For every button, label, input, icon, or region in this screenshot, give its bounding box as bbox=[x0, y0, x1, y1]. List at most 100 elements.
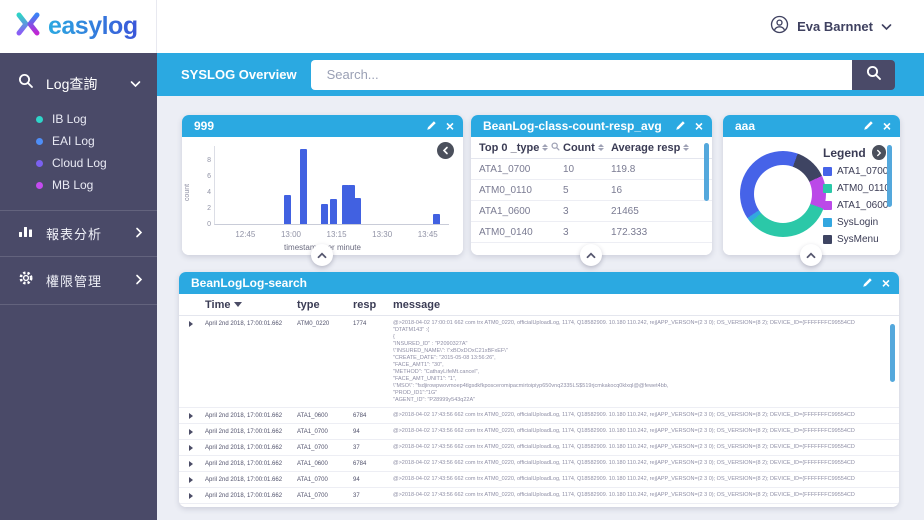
sidebar-item-mb-log[interactable]: MB Log bbox=[0, 174, 157, 196]
expander-icon[interactable] bbox=[189, 493, 193, 499]
top-bar: easylog Eva Barnnet bbox=[0, 0, 924, 53]
logo[interactable]: easylog bbox=[0, 0, 157, 53]
expander-icon[interactable] bbox=[189, 477, 193, 483]
expander-icon[interactable] bbox=[189, 321, 193, 327]
table-row[interactable]: ATA1_0600 3 21465 bbox=[471, 201, 712, 222]
log-message-line: \"INSURED_NAME\": \"xBOxDOxC21xBFxEF\" bbox=[393, 348, 508, 354]
column-header-time[interactable]: Time bbox=[205, 299, 297, 311]
expand-up-button[interactable] bbox=[311, 244, 333, 266]
log-time: April 2nd 2018, 17:00:01.662 bbox=[205, 445, 283, 451]
log-message: @>2018-04-02 17:43:56 662 com trx ATM0_0… bbox=[393, 460, 889, 467]
sort-icon[interactable] bbox=[683, 144, 690, 151]
expander-icon[interactable] bbox=[189, 445, 193, 451]
sidebar-item-permission-management[interactable]: 權限管理 bbox=[0, 257, 157, 304]
log-time: April 2nd 2018, 17:00:01.662 bbox=[205, 461, 283, 467]
mini-table-body: Top 0 _type Count Average resp ATA1_0700… bbox=[471, 137, 712, 255]
search-icon[interactable] bbox=[551, 141, 560, 154]
y-tick-label: 4 bbox=[207, 188, 211, 196]
close-icon[interactable]: × bbox=[695, 119, 703, 133]
carousel-next-button[interactable] bbox=[871, 145, 886, 160]
expand-up-button[interactable] bbox=[800, 244, 822, 266]
user-menu-chevron-down-icon[interactable] bbox=[881, 18, 892, 36]
x-tick-label: 13:15 bbox=[326, 230, 347, 239]
log-message-line: { bbox=[393, 334, 395, 340]
scrollbar[interactable] bbox=[890, 324, 895, 382]
legend-item[interactable]: ATA1_0600 bbox=[823, 200, 888, 211]
close-icon[interactable]: × bbox=[446, 119, 454, 133]
panel-beanloglog-search: BeanLogLog-search × Time type resp messa… bbox=[179, 272, 899, 507]
scrollbar[interactable] bbox=[887, 145, 892, 207]
sidebar-item-eai-log[interactable]: EAI Log bbox=[0, 130, 157, 152]
table-row[interactable]: ATM0_0140 3 172.333 bbox=[471, 222, 712, 243]
close-icon[interactable]: × bbox=[882, 276, 890, 290]
expander-icon[interactable] bbox=[189, 461, 193, 467]
edit-pencil-icon[interactable] bbox=[674, 120, 686, 132]
table-cell: 119.8 bbox=[611, 163, 636, 175]
column-header-resp[interactable]: resp bbox=[353, 299, 393, 311]
expand-up-button[interactable] bbox=[580, 244, 602, 266]
log-row[interactable]: April 2nd 2018, 17:00:01.662 ATM0_0220 177… bbox=[179, 316, 899, 408]
bar bbox=[433, 213, 441, 224]
expander-icon[interactable] bbox=[189, 429, 193, 435]
sidebar-item-ib-log[interactable]: IB Log bbox=[0, 108, 157, 130]
log-type-dot bbox=[36, 137, 43, 145]
sort-icon[interactable] bbox=[542, 144, 549, 151]
close-icon[interactable]: × bbox=[883, 119, 891, 133]
sidebar-item-cloud-log[interactable]: Cloud Log bbox=[0, 152, 157, 174]
edit-pencil-icon[interactable] bbox=[861, 277, 873, 289]
sort-icon[interactable] bbox=[597, 144, 604, 151]
log-row[interactable]: April 2nd 2018, 17:00:01.662 ATA1_0700 94 @… bbox=[179, 472, 899, 488]
log-message: @>2018-04-02 17:43:56 662 com trx ATM0_0… bbox=[393, 428, 889, 435]
sidebar-item-label: 權限管理 bbox=[46, 274, 103, 289]
log-row[interactable]: April 2nd 2018, 17:00:01.662 ATA1_0600 678… bbox=[179, 408, 899, 424]
legend-item[interactable]: ATA1_0700 bbox=[823, 166, 888, 177]
panel-header: BeanLog-class-count-resp_avg × bbox=[471, 115, 712, 137]
log-row[interactable]: April 2nd 2018, 17:00:01.662 ATA1_0600 678… bbox=[179, 456, 899, 472]
table-row[interactable]: ATA1_0700 10 119.8 bbox=[471, 159, 712, 180]
log-resp: 94 bbox=[353, 429, 360, 435]
table-cell: ATM0_0140 bbox=[479, 226, 533, 238]
sidebar-item-log-search[interactable]: Log查詢 bbox=[0, 53, 157, 106]
log-message-line: "INSURED_ID" : "P2090327A" bbox=[393, 341, 468, 347]
legend-item[interactable]: SysMenu bbox=[823, 234, 886, 245]
scrollbar[interactable] bbox=[704, 143, 709, 201]
gear-icon bbox=[18, 270, 34, 291]
bar bbox=[330, 199, 338, 224]
column-header-type[interactable]: Top 0 _type bbox=[479, 142, 563, 154]
column-header-count[interactable]: Count bbox=[563, 142, 611, 154]
bar bbox=[284, 195, 292, 224]
column-header-type[interactable]: type bbox=[297, 299, 353, 311]
log-resp: 6784 bbox=[353, 461, 367, 467]
donut-body: Legend ATA1_0700 ATM0_0110 ATA1_0600 SysLog… bbox=[723, 137, 900, 255]
panel-title: BeanLog-class-count-resp_avg bbox=[483, 119, 662, 133]
log-type-dot bbox=[36, 159, 43, 167]
y-tick-label: 2 bbox=[207, 204, 211, 212]
legend-item[interactable]: ATM0_0110 bbox=[823, 183, 890, 194]
column-header-average-resp[interactable]: Average resp bbox=[611, 142, 704, 154]
edit-pencil-icon[interactable] bbox=[862, 120, 874, 132]
table-row[interactable]: ATM0_0110 5 16 bbox=[471, 180, 712, 201]
log-message-line: "METHOD": "CathayLifeMt.cancel", bbox=[393, 369, 480, 375]
user-menu[interactable]: Eva Barnnet bbox=[770, 15, 924, 39]
edit-pencil-icon[interactable] bbox=[425, 120, 437, 132]
chart-legend: Legend ATA1_0700 ATM0_0110 ATA1_0600 SysLog… bbox=[823, 145, 890, 245]
expander-icon[interactable] bbox=[189, 413, 193, 419]
sidebar-item-report-analysis[interactable]: 報表分析 bbox=[0, 211, 157, 256]
legend-item[interactable]: SysLogin bbox=[823, 217, 886, 228]
log-row[interactable]: April 2nd 2018, 17:00:01.662 ATA1_0700 94 @… bbox=[179, 424, 899, 440]
user-name: Eva Barnnet bbox=[797, 19, 873, 34]
log-message: @>2018-04-02 17:00:01 662 com trx ATM0_0… bbox=[393, 320, 889, 404]
log-row[interactable]: April 2nd 2018, 17:00:01.662 ATA1_0700 37 @… bbox=[179, 440, 899, 456]
log-resp: 37 bbox=[353, 445, 360, 451]
carousel-prev-button[interactable] bbox=[437, 142, 454, 159]
search-input[interactable] bbox=[310, 59, 852, 90]
table-cell: 3 bbox=[563, 205, 569, 217]
bar bbox=[299, 149, 307, 224]
search-button[interactable] bbox=[852, 59, 895, 90]
log-resp: 37 bbox=[353, 493, 360, 499]
chevron-down-icon[interactable] bbox=[130, 75, 141, 93]
column-header-message[interactable]: message bbox=[393, 299, 889, 311]
page-header: SYSLOG Overview bbox=[157, 53, 924, 96]
donut-chart bbox=[740, 151, 826, 237]
log-row[interactable]: April 2nd 2018, 17:00:01.662 ATA1_0700 37 @… bbox=[179, 488, 899, 504]
